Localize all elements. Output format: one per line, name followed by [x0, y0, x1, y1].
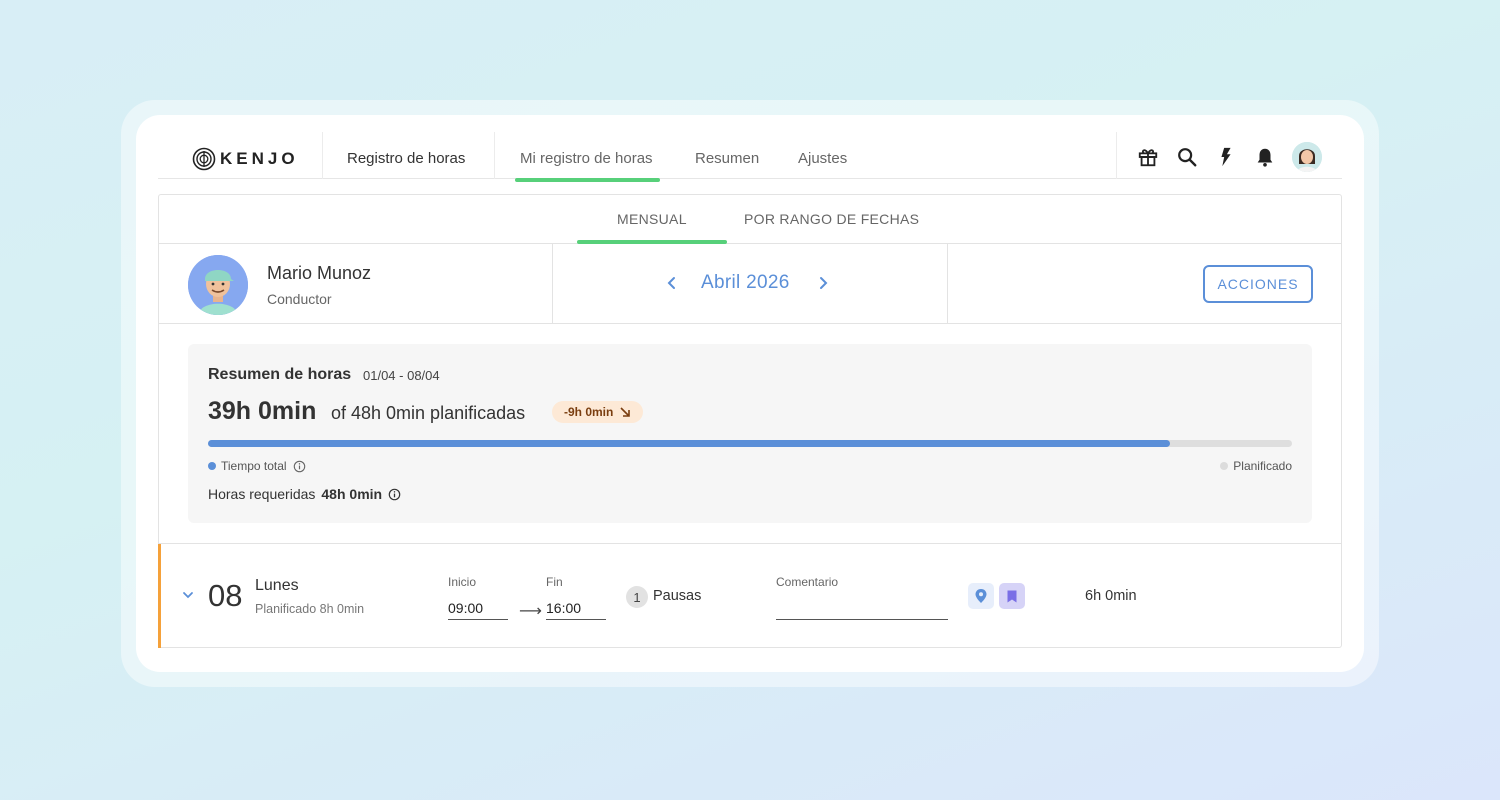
kenjo-logo[interactable]: KENJO [192, 147, 299, 171]
tab-mensual[interactable]: MENSUAL [617, 211, 687, 227]
day-entry-row: 08 Lunes Planificado 8h 0min Inicio ⟶ Fi… [158, 543, 1341, 648]
bookmark-button[interactable] [999, 583, 1025, 609]
search-icon[interactable] [1176, 146, 1198, 168]
info-icon[interactable] [293, 460, 306, 473]
day-status-accent [158, 544, 161, 648]
tab-por-rango-de-fechas[interactable]: POR RANGO DE FECHAS [744, 211, 919, 227]
legend-planned-label: Planificado [1233, 459, 1292, 473]
section-title[interactable]: Registro de horas [347, 150, 465, 167]
location-pin-icon [975, 589, 987, 603]
chevron-right-icon[interactable] [816, 276, 830, 290]
pauses-label[interactable]: Pausas [653, 588, 701, 604]
employee-avatar [188, 255, 248, 315]
chevron-left-icon[interactable] [665, 276, 679, 290]
bolt-icon[interactable] [1215, 146, 1237, 168]
legend-dot-grey [1220, 462, 1229, 470]
avatar-illustration [1292, 142, 1322, 172]
location-button[interactable] [968, 583, 994, 609]
start-time-label: Inicio [448, 575, 477, 589]
comment-label: Comentario [776, 575, 839, 589]
tab-mi-registro[interactable]: Mi registro de horas [520, 150, 653, 167]
gift-icon[interactable] [1137, 146, 1159, 168]
header-divider [947, 244, 948, 324]
nav-divider [1116, 132, 1117, 179]
info-icon[interactable] [388, 488, 401, 501]
employee-avatar-illustration [188, 255, 248, 315]
day-number: 08 [208, 578, 243, 613]
tab-ajustes[interactable]: Ajustes [798, 150, 847, 167]
acciones-button[interactable]: ACCIONES [1203, 265, 1313, 303]
day-total-hours: 6h 0min [1085, 588, 1137, 604]
current-month-label[interactable]: Abril 2026 [701, 272, 790, 294]
legend-planned: Planificado [1220, 459, 1292, 473]
logo-text: KENJO [220, 149, 299, 168]
time-tracking-panel: MENSUAL POR RANGO DE FECHAS Mario Munoz … [158, 194, 1342, 648]
chevron-down-icon[interactable] [181, 588, 195, 602]
header-divider [552, 244, 553, 324]
planned-hours-text: of 48h 0min planificadas [331, 403, 526, 423]
summary-title: Resumen de horas [208, 366, 352, 383]
legend-total-time: Tiempo total [208, 459, 306, 473]
hours-difference-badge: -9h 0min [552, 401, 644, 423]
required-hours: Horas requeridas 48h 0min [208, 486, 401, 502]
month-navigator: Abril 2026 [665, 272, 830, 294]
nav-divider [322, 132, 323, 179]
hours-difference-value: -9h 0min [564, 405, 614, 419]
hours-progress-fill [208, 440, 1171, 447]
view-mode-tabs: MENSUAL POR RANGO DE FECHAS [159, 195, 1341, 244]
day-planned-hours: Planificado 8h 0min [255, 602, 365, 616]
legend-dot-blue [208, 462, 216, 470]
end-time-input[interactable] [546, 596, 606, 620]
day-name: Lunes [255, 577, 299, 594]
start-time-input[interactable] [448, 596, 508, 620]
summary-date-range: 01/04 - 08/04 [363, 368, 440, 383]
required-hours-value: 48h 0min [321, 486, 383, 502]
user-period-header: Mario Munoz Conductor Abril 2026 ACCIONE… [159, 244, 1341, 324]
legend-total-label: Tiempo total [221, 459, 287, 473]
employee-name: Mario Munoz [267, 263, 372, 283]
hours-summary-card: Resumen de horas 01/04 - 08/04 39h 0min … [188, 344, 1312, 523]
arrow-right-icon: ⟶ [519, 603, 542, 620]
active-tab-indicator [515, 178, 660, 182]
required-hours-label: Horas requeridas [208, 486, 316, 502]
comment-input[interactable] [776, 596, 948, 620]
top-navigation: KENJO Registro de horas Mi registro de h… [158, 132, 1342, 182]
tab-resumen[interactable]: Resumen [695, 150, 759, 167]
bookmark-icon [1007, 590, 1017, 602]
hours-progress-bar [208, 440, 1292, 447]
nav-divider [494, 132, 495, 179]
end-time-label: Fin [546, 575, 563, 589]
bell-icon[interactable] [1254, 146, 1276, 168]
employee-role: Conductor [267, 291, 332, 307]
user-avatar[interactable] [1292, 142, 1322, 172]
arrow-down-right-icon [620, 407, 631, 417]
pause-count-badge[interactable]: 1 [626, 586, 648, 608]
kenjo-logo-icon [192, 147, 216, 171]
total-hours: 39h 0min [208, 397, 317, 425]
